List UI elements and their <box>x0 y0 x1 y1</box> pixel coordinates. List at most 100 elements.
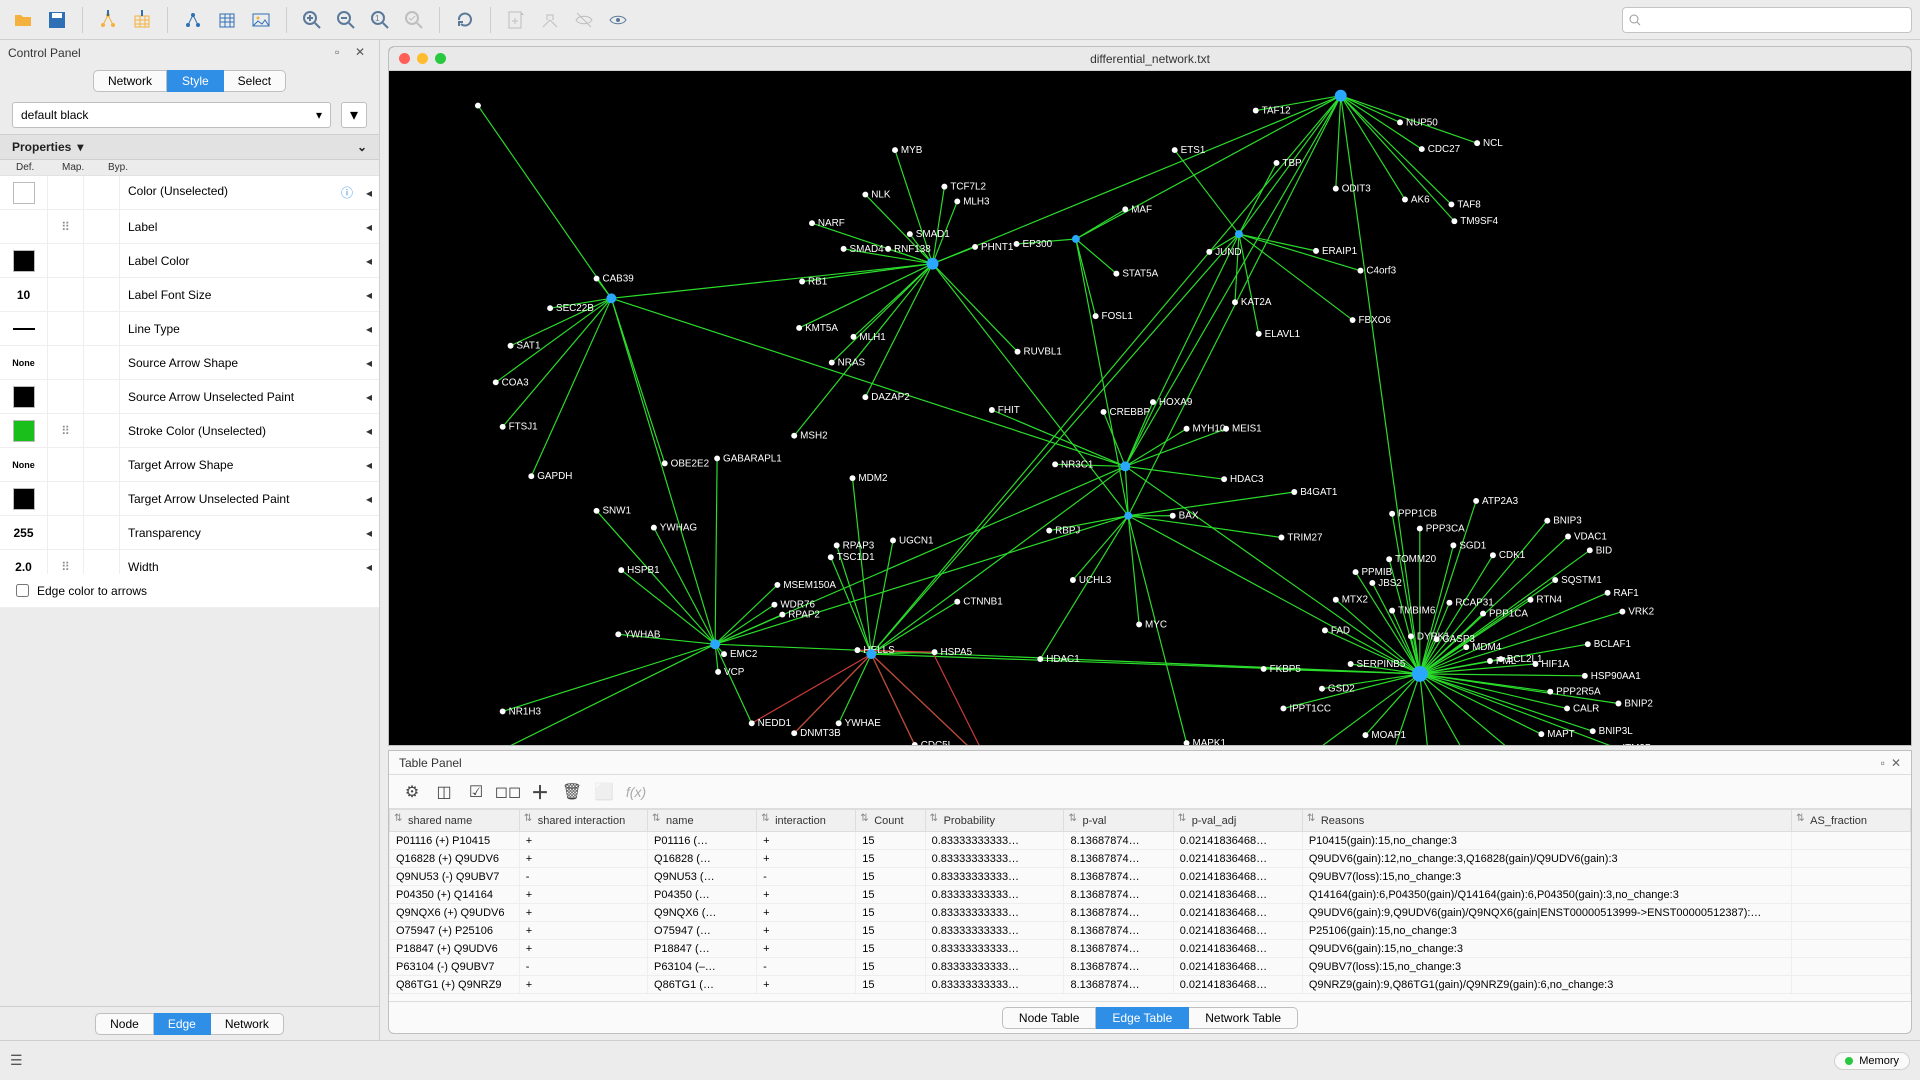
chevron-right-icon[interactable]: ◂ <box>359 424 379 438</box>
property-row[interactable]: Line Type◂ <box>0 312 379 346</box>
gear-icon[interactable]: ⚙ <box>401 781 423 803</box>
property-mapping[interactable] <box>48 516 84 549</box>
tab-network-table[interactable]: Network Table <box>1189 1007 1298 1029</box>
property-row[interactable]: 255Transparency◂ <box>0 516 379 550</box>
table-row[interactable]: O75947 (+) P25106+O75947 (…+150.83333333… <box>390 922 1911 940</box>
property-row[interactable]: ⠿Stroke Color (Unselected)◂ <box>0 414 379 448</box>
chevron-right-icon[interactable]: ◂ <box>359 526 379 540</box>
property-bypass[interactable] <box>84 176 120 209</box>
properties-header[interactable]: Properties <box>12 140 71 154</box>
show-panel-icon[interactable]: ☰ <box>10 1052 23 1069</box>
property-row[interactable]: Source Arrow Unselected Paint◂ <box>0 380 379 414</box>
chevron-right-icon[interactable]: ◂ <box>359 458 379 472</box>
property-default[interactable] <box>0 414 48 447</box>
column-header[interactable]: ⇅interaction <box>757 810 856 832</box>
property-row[interactable]: NoneSource Arrow Shape◂ <box>0 346 379 380</box>
network-canvas[interactable]: CAB39SEC22BSAT1COA3FTSJ1GAPDHSNW1HSPB1YW… <box>389 71 1911 746</box>
property-bypass[interactable] <box>84 278 120 311</box>
chevron-right-icon[interactable]: ◂ <box>359 356 379 370</box>
delete-icon[interactable]: 🗑 <box>561 781 583 803</box>
property-mapping[interactable] <box>48 176 84 209</box>
tab-network-bottom[interactable]: Network <box>211 1013 284 1035</box>
table-row[interactable]: P63104 (-) Q9UBV7-P63104 (–…-150.8333333… <box>390 958 1911 976</box>
style-options-button[interactable]: ▾ <box>341 102 367 128</box>
tab-edge[interactable]: Edge <box>154 1013 211 1035</box>
tab-style[interactable]: Style <box>167 70 224 92</box>
open-icon[interactable] <box>8 5 38 35</box>
property-mapping[interactable]: ⠿ <box>48 210 84 243</box>
property-bypass[interactable] <box>84 210 120 243</box>
table-row[interactable]: Q16828 (+) Q9UDV6+Q16828 (…+150.83333333… <box>390 850 1911 868</box>
zoom-out-icon[interactable] <box>331 5 361 35</box>
close-icon[interactable]: ✕ <box>1891 756 1901 770</box>
memory-indicator[interactable]: Memory <box>1834 1052 1910 1070</box>
first-neighbors-icon[interactable] <box>535 5 565 35</box>
table-row[interactable]: Q86TG1 (+) Q9NRZ9+Q86TG1 (…+150.83333333… <box>390 976 1911 994</box>
column-header[interactable]: ⇅p-val <box>1064 810 1173 832</box>
import-network-icon[interactable] <box>93 5 123 35</box>
chevron-right-icon[interactable]: ◂ <box>359 492 379 506</box>
column-header[interactable]: ⇅name <box>648 810 757 832</box>
property-default[interactable]: 10 <box>0 278 48 311</box>
function-builder[interactable]: f(x) <box>625 781 647 803</box>
property-mapping[interactable] <box>48 312 84 345</box>
property-bypass[interactable] <box>84 414 120 447</box>
tab-select[interactable]: Select <box>224 70 286 92</box>
columns-icon[interactable]: ◫ <box>433 781 455 803</box>
hide-selected-icon[interactable] <box>569 5 599 35</box>
collapse-icon[interactable]: ⌄ <box>357 140 367 154</box>
select-all-icon[interactable]: ☑ <box>465 781 487 803</box>
property-bypass[interactable] <box>84 346 120 379</box>
column-header[interactable]: ⇅Reasons <box>1302 810 1791 832</box>
property-default[interactable] <box>0 482 48 515</box>
column-header[interactable]: ⇅AS_fraction <box>1792 810 1911 832</box>
table-row[interactable]: P18847 (+) Q9UDV6+P18847 (…+150.83333333… <box>390 940 1911 958</box>
table-row[interactable]: P04350 (+) Q14164+P04350 (…+150.83333333… <box>390 886 1911 904</box>
style-dropdown[interactable]: default black ▾ <box>12 102 331 128</box>
column-header[interactable]: ⇅shared interaction <box>519 810 647 832</box>
table-row[interactable]: P01116 (+) P10415+P01116 (…+150.83333333… <box>390 832 1911 850</box>
zoom-in-icon[interactable] <box>297 5 327 35</box>
property-row[interactable]: Color (Unselected) ⓘ◂ <box>0 176 379 210</box>
property-default[interactable] <box>0 380 48 413</box>
deselect-icon[interactable]: ◻◻ <box>497 781 519 803</box>
table-row[interactable]: Q9NQX6 (+) Q9UDV6+Q9NQX6 (…+150.83333333… <box>390 904 1911 922</box>
chevron-right-icon[interactable]: ◂ <box>359 560 379 574</box>
column-header[interactable]: ⇅p-val_adj <box>1173 810 1302 832</box>
property-default[interactable] <box>0 312 48 345</box>
property-mapping[interactable]: ⠿ <box>48 550 84 574</box>
property-row[interactable]: ⠿Label◂ <box>0 210 379 244</box>
column-header[interactable]: ⇅shared name <box>390 810 520 832</box>
property-bypass[interactable] <box>84 482 120 515</box>
property-row[interactable]: 10Label Font Size◂ <box>0 278 379 312</box>
chevron-right-icon[interactable]: ◂ <box>359 390 379 404</box>
tab-edge-table[interactable]: Edge Table <box>1096 1007 1189 1029</box>
float-icon[interactable]: ▫ <box>335 45 351 61</box>
property-mapping[interactable] <box>48 380 84 413</box>
property-mapping[interactable] <box>48 278 84 311</box>
property-bypass[interactable] <box>84 550 120 574</box>
chevron-right-icon[interactable]: ◂ <box>359 322 379 336</box>
float-icon[interactable]: ▫ <box>1881 756 1885 770</box>
property-bypass[interactable] <box>84 244 120 277</box>
property-bypass[interactable] <box>84 448 120 481</box>
property-default[interactable]: 255 <box>0 516 48 549</box>
property-bypass[interactable] <box>84 380 120 413</box>
export-table-icon[interactable] <box>212 5 242 35</box>
add-icon[interactable]: ＋ <box>529 781 551 803</box>
property-mapping[interactable] <box>48 346 84 379</box>
close-icon[interactable]: ✕ <box>355 45 371 61</box>
tab-node-table[interactable]: Node Table <box>1002 1007 1097 1029</box>
property-mapping[interactable] <box>48 244 84 277</box>
link-icon[interactable]: ⬜ <box>593 781 615 803</box>
property-default[interactable] <box>0 244 48 277</box>
zoom-fit-icon[interactable]: 1 <box>365 5 395 35</box>
property-row[interactable]: Target Arrow Unselected Paint◂ <box>0 482 379 516</box>
table-row[interactable]: Q9NU53 (-) Q9UBV7-Q9NU53 (…-150.83333333… <box>390 868 1911 886</box>
property-default[interactable]: None <box>0 346 48 379</box>
property-bypass[interactable] <box>84 516 120 549</box>
property-mapping[interactable] <box>48 482 84 515</box>
chevron-right-icon[interactable]: ◂ <box>359 220 379 234</box>
property-row[interactable]: 2.0⠿Width◂ <box>0 550 379 574</box>
property-mapping[interactable] <box>48 448 84 481</box>
